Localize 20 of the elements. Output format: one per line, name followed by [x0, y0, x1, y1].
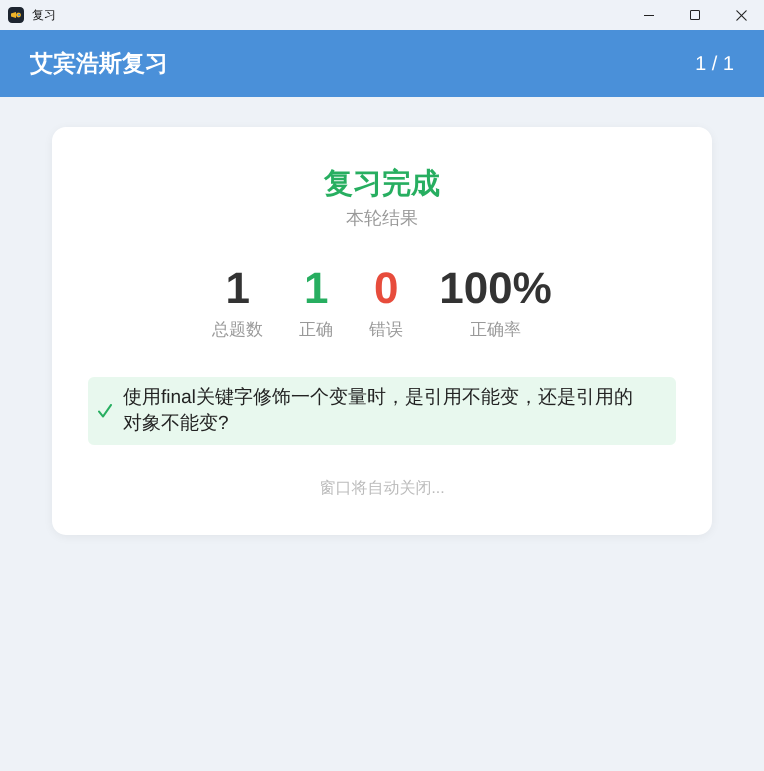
stat-label: 正确率 [470, 319, 521, 342]
stat-label: 总题数 [212, 319, 264, 342]
stat-label: 错误 [369, 319, 404, 342]
completion-title: 复习完成 [322, 166, 441, 202]
close-icon [736, 10, 746, 20]
stat-value: 1 [304, 264, 328, 314]
summary-subtitle: 本轮结果 [345, 206, 419, 230]
stat-label: 正确 [299, 319, 334, 342]
progress-counter: 1 / 1 [695, 52, 734, 76]
check-icon [98, 404, 112, 418]
stat-value: 1 [225, 264, 250, 314]
minimize-icon [644, 14, 654, 16]
stat-value: 0 [374, 264, 398, 314]
question-text: 使用final关键字修饰一个变量时，是引用不能变，还是引用的对象不能变? [123, 386, 634, 436]
stat-value: 100% [439, 264, 552, 314]
app-icon [8, 7, 24, 23]
maximize-icon [690, 10, 700, 20]
app-title: 艾宾浩斯复习 [30, 49, 168, 78]
auto-close-note: 窗口将自动关闭... [318, 478, 446, 500]
window-title: 复习 [32, 7, 56, 24]
